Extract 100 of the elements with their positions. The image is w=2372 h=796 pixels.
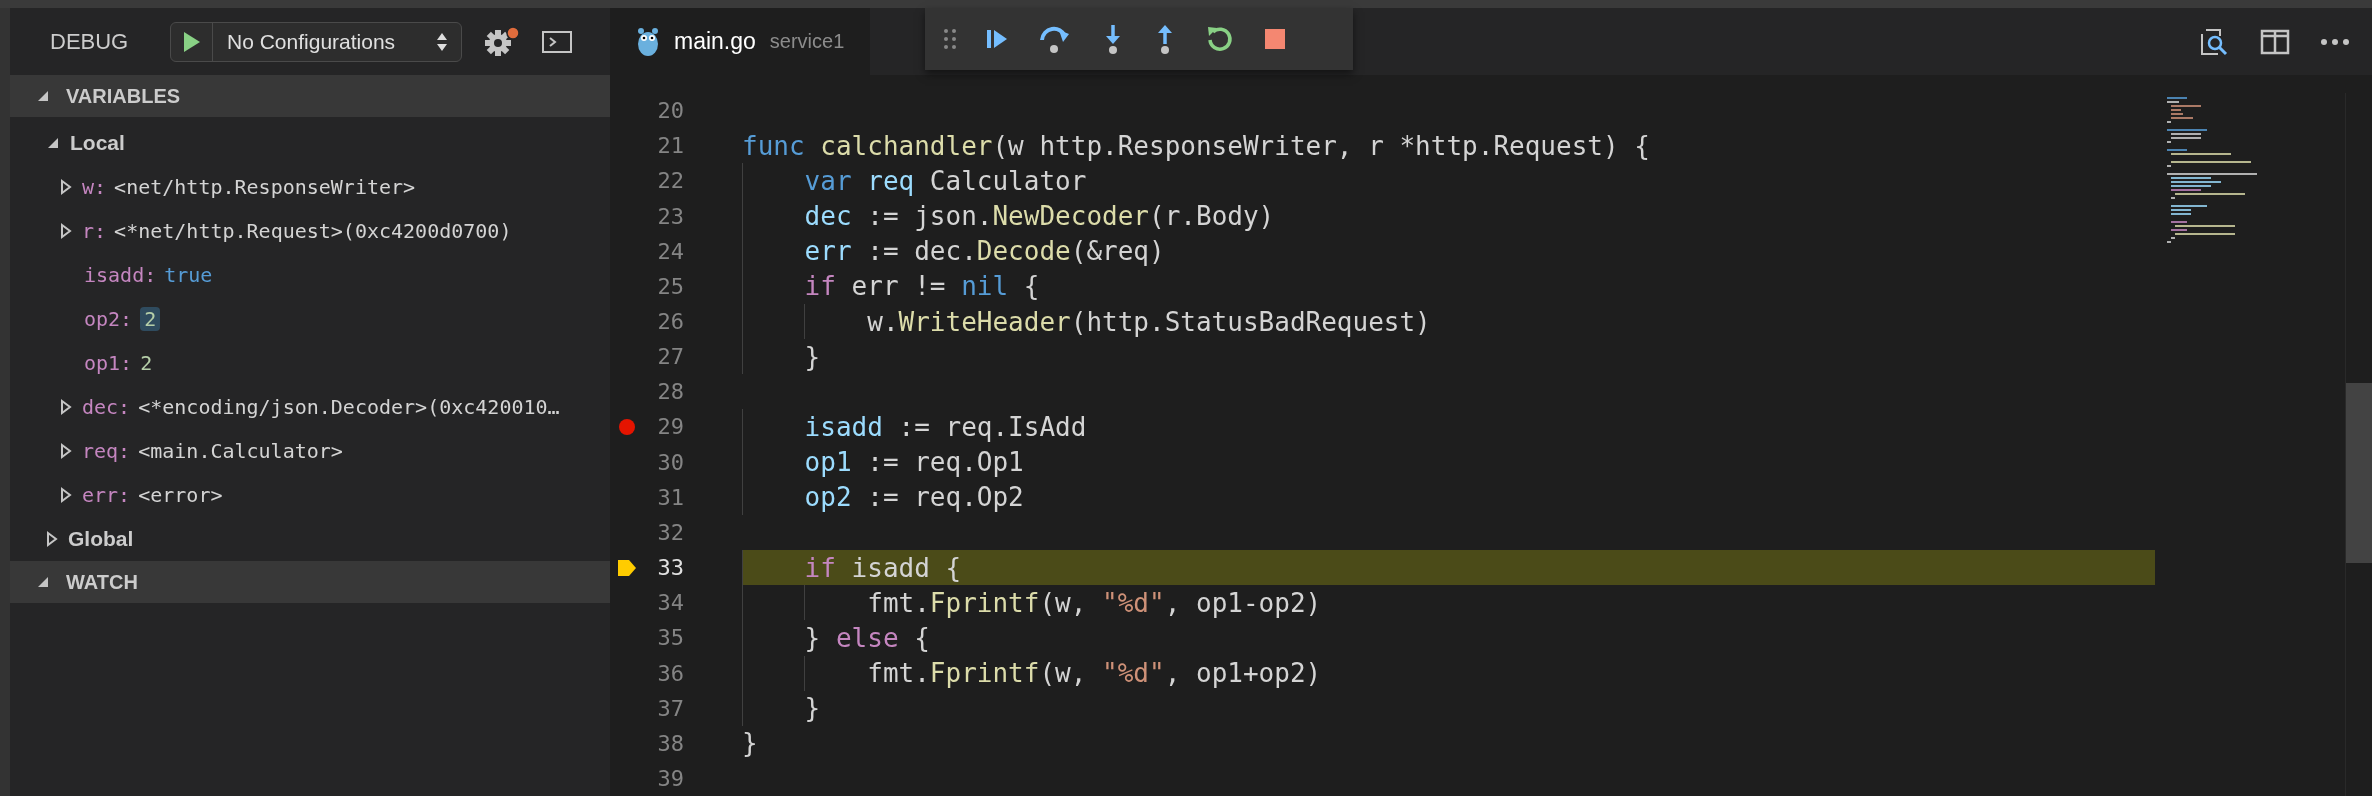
line-number: 21 [656, 133, 684, 159]
variable-value: <error> [138, 483, 223, 507]
line-number: 37 [656, 695, 684, 721]
code-line: } [803, 693, 821, 724]
configuration-dropdown[interactable]: No Configurations [170, 21, 462, 62]
expanded-arrow-icon[interactable] [46, 136, 60, 150]
variable-name: dec: [82, 395, 131, 419]
play-icon [182, 30, 201, 53]
drag-handle-icon[interactable] [943, 27, 957, 51]
scope-item[interactable]: Global [10, 517, 610, 561]
expanded-arrow-icon[interactable] [36, 575, 50, 589]
expanded-arrow-icon[interactable] [36, 89, 50, 103]
settings-icon [484, 25, 520, 58]
code-line: func calchandler(w http.ResponseWriter, r *http.Request) { [742, 130, 1650, 161]
section-header[interactable]: WATCH [10, 561, 610, 603]
variable-name: r: [82, 219, 107, 243]
collapsed-arrow-icon[interactable] [60, 443, 72, 459]
variable-item[interactable]: w: <net/http.ResponseWriter> [10, 165, 610, 209]
minimap-drawing[interactable] [2167, 97, 2257, 243]
stop-icon [1263, 27, 1287, 51]
code-line: dec := json.NewDecoder(r.Body) [803, 201, 1275, 232]
code-line: var req Calculator [803, 165, 1087, 196]
editor-tab[interactable]: main.go service1 [610, 8, 871, 75]
terminal-icon [542, 29, 572, 54]
line-number: 22 [656, 168, 684, 194]
line-number: 36 [656, 660, 684, 686]
variable-item[interactable]: err: <error> [10, 473, 610, 517]
line-number: 27 [656, 344, 684, 370]
collapsed-arrow-icon[interactable] [60, 179, 72, 195]
code-line: err := dec.Decode(&req) [803, 236, 1165, 267]
variable-item[interactable]: req: <main.Calculator> [10, 429, 610, 473]
variable-name: err: [82, 483, 131, 507]
split-editor-icon [2260, 27, 2290, 56]
collapsed-arrow-icon[interactable] [60, 399, 72, 415]
split-editor-button[interactable] [2260, 27, 2290, 56]
code-line: if isadd { [803, 552, 962, 583]
variable-name: w: [82, 175, 107, 199]
variable-name: op2: [84, 307, 133, 331]
scrollbar-thumb[interactable] [2346, 383, 2372, 563]
line-number: 39 [656, 766, 684, 792]
line-number: 35 [656, 625, 684, 651]
settings-button[interactable] [484, 25, 520, 58]
variable-item[interactable]: op2: 2 [10, 297, 610, 341]
collapsed-arrow-icon[interactable] [60, 223, 72, 239]
variable-value: <*net/http.Request>(0xc4200d0700) [114, 219, 512, 243]
collapsed-arrow-icon[interactable] [60, 487, 72, 503]
section-title: WATCH [66, 570, 138, 594]
variable-item[interactable]: isadd: true [10, 253, 610, 297]
variable-item[interactable]: dec: <*encoding/json.Decoder>(0xc420010… [10, 385, 610, 429]
line-number: 38 [656, 730, 684, 756]
configuration-value: No Configurations [226, 29, 397, 54]
gopher-icon [636, 26, 660, 57]
variable-value: true [164, 263, 213, 287]
variable-value: 2 [144, 307, 157, 331]
line-number: 33 [656, 555, 684, 581]
tab-description: service1 [769, 30, 845, 53]
variable-item[interactable]: r: <*net/http.Request>(0xc4200d0700) [10, 209, 610, 253]
code-line: } [742, 728, 758, 759]
line-number: 20 [656, 98, 684, 124]
breakpoint-icon[interactable] [618, 418, 636, 436]
code-line: op2 := req.Op2 [803, 482, 1024, 513]
line-number: 23 [656, 203, 684, 229]
code-line: op1 := req.Op1 [803, 447, 1024, 478]
variable-value: <main.Calculator> [138, 439, 343, 463]
sidebar-title: DEBUG [50, 28, 130, 55]
code-line: fmt.Fprintf(w, "%d", op1+op2) [866, 658, 1322, 689]
scope-name: Local [70, 131, 125, 155]
line-number: 24 [656, 238, 684, 264]
code-line: if err != nil { [803, 271, 1040, 302]
variable-value: <net/http.ResponseWriter> [114, 175, 416, 199]
section-header[interactable]: VARIABLES [10, 75, 610, 117]
code-line: fmt.Fprintf(w, "%d", op1-op2) [866, 587, 1322, 618]
scope-item[interactable]: Local [10, 121, 610, 165]
line-number: 32 [656, 519, 684, 545]
variable-name: req: [82, 439, 131, 463]
more-icon [2320, 37, 2350, 46]
code-line: isadd := req.IsAdd [803, 412, 1087, 442]
section-title: VARIABLES [66, 84, 181, 108]
variable-value: 2 [140, 351, 153, 375]
variable-value: <*encoding/json.Decoder>(0xc420010… [138, 395, 560, 419]
continue-icon [985, 27, 1009, 51]
more-actions-button[interactable] [2320, 37, 2350, 46]
line-number: 30 [656, 449, 684, 475]
variable-item[interactable]: op1: 2 [10, 341, 610, 385]
stop-button[interactable] [1263, 27, 1287, 51]
code-line: } else { [803, 622, 930, 653]
restart-icon [1205, 24, 1235, 54]
debug-console-button[interactable] [542, 29, 572, 54]
continue-button[interactable] [985, 27, 1009, 51]
line-number: 34 [656, 590, 684, 616]
line-number: 29 [656, 414, 684, 440]
collapsed-arrow-icon[interactable] [46, 531, 58, 547]
code-line: } [803, 341, 821, 372]
line-number: 25 [656, 273, 684, 299]
variable-name: op1: [84, 351, 133, 375]
scope-name: Global [68, 527, 134, 551]
line-number: 28 [656, 379, 684, 405]
code-line: w.WriteHeader(http.StatusBadRequest) [866, 306, 1431, 337]
line-number: 31 [656, 484, 684, 510]
restart-button[interactable] [1205, 24, 1235, 54]
